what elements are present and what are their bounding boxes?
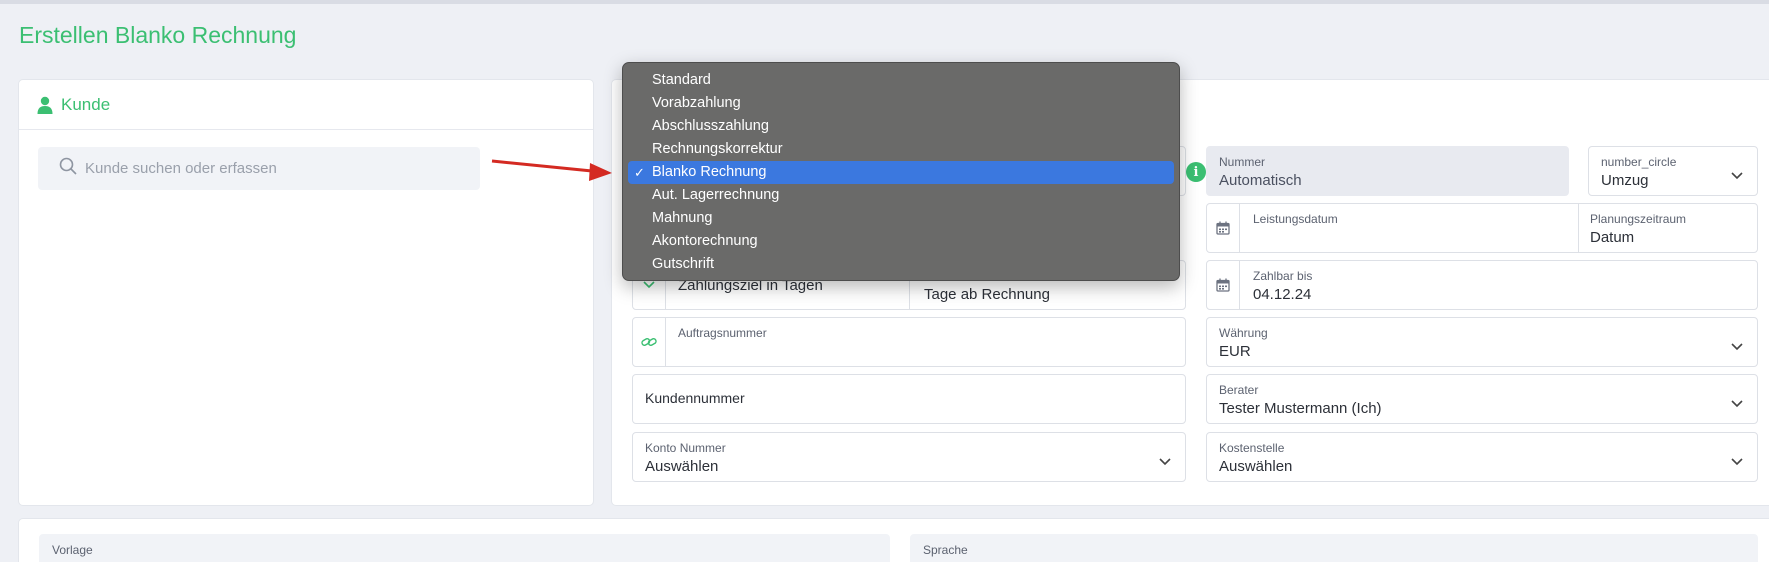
account-number-label: Konto Nummer <box>645 441 726 455</box>
customer-card-title: Kunde <box>61 94 111 114</box>
due-date-label: Zahlbar bis <box>1253 269 1313 283</box>
info-icon[interactable]: i <box>1186 162 1206 182</box>
cost-center-select[interactable]: Kostenstelle Auswählen <box>1206 432 1758 482</box>
menu-item-gutschrift[interactable]: Gutschrift <box>628 253 1174 276</box>
divider <box>1578 204 1579 252</box>
search-icon <box>59 157 77 180</box>
customer-number-placeholder[interactable]: Kundennummer <box>645 390 745 406</box>
customer-card: Kunde <box>18 79 594 506</box>
top-border <box>0 0 1769 4</box>
calendar-icon[interactable] <box>1207 261 1240 309</box>
chevron-down-icon <box>1731 338 1743 356</box>
menu-item-mahnung[interactable]: Mahnung <box>628 207 1174 230</box>
checkmark-icon: ✓ <box>634 165 645 180</box>
invoice-number-value: Automatisch <box>1219 172 1302 189</box>
menu-item-standard[interactable]: Standard <box>628 69 1174 92</box>
number-circle-label: number_circle <box>1601 155 1677 169</box>
invoice-number-label: Nummer <box>1219 155 1266 169</box>
customer-search-input[interactable] <box>85 160 465 177</box>
template-select[interactable]: Vorlage <box>39 534 890 562</box>
invoice-type-dropdown-menu: Standard Vorabzahlung Abschlusszahlung R… <box>622 62 1180 281</box>
annotation-arrow <box>491 159 612 181</box>
menu-item-abschlusszahlung[interactable]: Abschlusszahlung <box>628 115 1174 138</box>
delivery-date-label: Leistungsdatum <box>1253 212 1338 226</box>
chevron-down-icon <box>863 557 875 562</box>
chevron-down-icon <box>1731 167 1743 185</box>
advisor-select[interactable]: Berater Tester Mustermann (Ich) <box>1206 374 1758 424</box>
menu-item-aut-lagerrechnung[interactable]: Aut. Lagerrechnung <box>628 184 1174 207</box>
link-icon <box>633 318 666 366</box>
currency-label: Währung <box>1219 326 1268 340</box>
chevron-down-icon <box>1731 453 1743 471</box>
payment-term-unit: Tage ab Rechnung <box>924 286 1050 303</box>
planning-period-value[interactable]: Datum <box>1590 229 1634 246</box>
due-date-field[interactable]: Zahlbar bis 04.12.24 <box>1206 260 1758 310</box>
currency-select[interactable]: Währung EUR <box>1206 317 1758 367</box>
planning-period-label: Planungszeitraum <box>1590 212 1687 226</box>
language-label: Sprache <box>923 543 968 557</box>
template-label: Vorlage <box>52 543 93 557</box>
person-icon <box>37 96 53 114</box>
menu-item-akontorechnung[interactable]: Akontorechnung <box>628 230 1174 253</box>
number-circle-select[interactable]: number_circle Umzug <box>1588 146 1758 196</box>
order-number-field[interactable]: Auftragsnummer <box>632 317 1186 367</box>
customer-search[interactable] <box>38 147 480 190</box>
chevron-down-icon <box>1159 453 1171 471</box>
advisor-value: Tester Mustermann (Ich) <box>1219 400 1382 417</box>
account-number-value: Auswählen <box>645 458 719 475</box>
menu-item-blanko-rechnung[interactable]: ✓ Blanko Rechnung <box>628 161 1174 184</box>
page-title: Erstellen Blanko Rechnung <box>19 22 297 48</box>
calendar-icon[interactable] <box>1207 204 1240 252</box>
delivery-date-row: Leistungsdatum Planungszeitraum Datum <box>1206 203 1758 253</box>
account-number-select[interactable]: Konto Nummer Auswählen <box>632 432 1186 482</box>
order-number-label: Auftragsnummer <box>678 326 767 340</box>
chevron-down-icon <box>1731 395 1743 413</box>
menu-item-rechnungskorrektur[interactable]: Rechnungskorrektur <box>628 138 1174 161</box>
due-date-value: 04.12.24 <box>1253 286 1312 303</box>
language-select[interactable]: Sprache <box>910 534 1758 562</box>
cost-center-value: Auswählen <box>1219 458 1293 475</box>
currency-value: EUR <box>1219 343 1251 360</box>
cost-center-label: Kostenstelle <box>1219 441 1285 455</box>
invoice-number-field: Nummer Automatisch <box>1206 146 1569 196</box>
customer-card-header: Kunde <box>19 80 593 130</box>
number-circle-value: Umzug <box>1601 172 1649 189</box>
customer-number-field[interactable]: Kundennummer <box>632 374 1186 424</box>
advisor-label: Berater <box>1219 383 1259 397</box>
menu-item-vorabzahlung[interactable]: Vorabzahlung <box>628 92 1174 115</box>
